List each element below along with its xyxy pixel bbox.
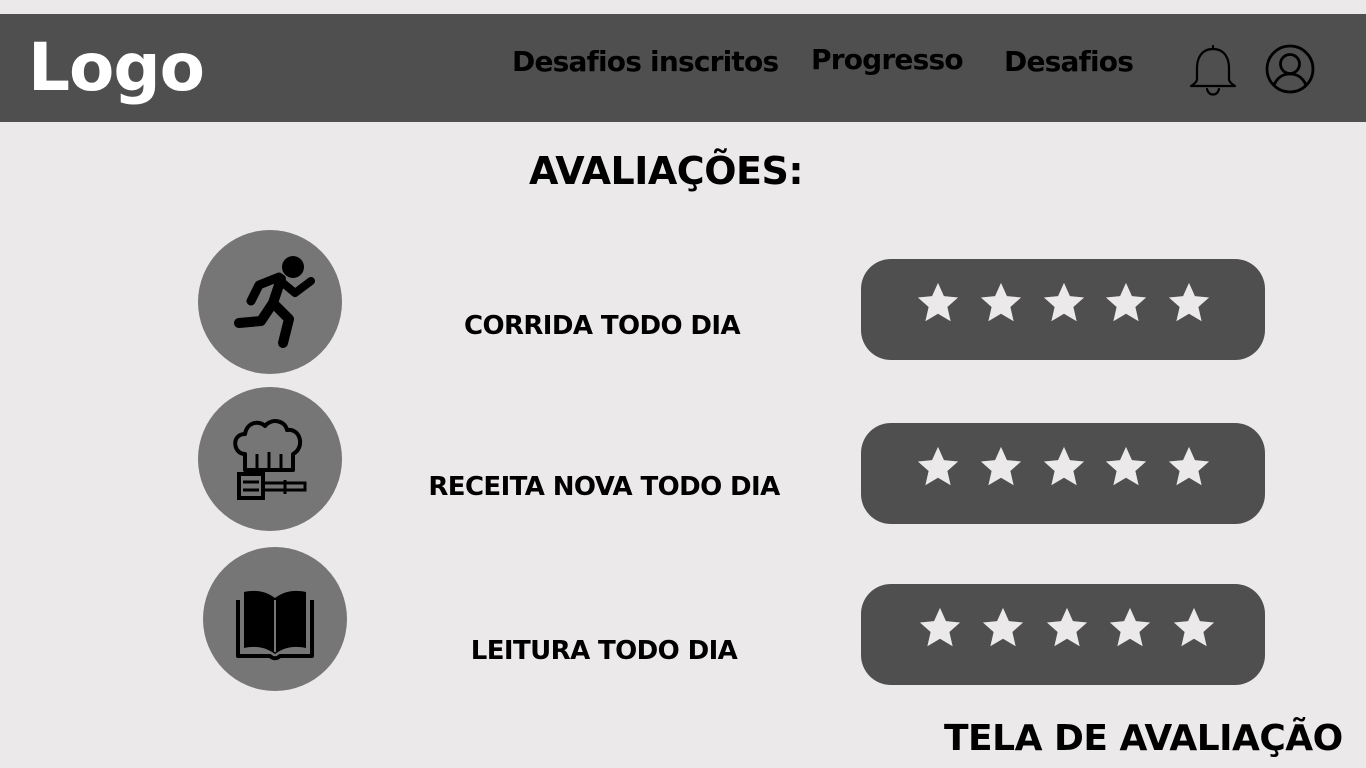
star-5-icon[interactable] — [1166, 444, 1212, 490]
nav-desafios-inscritos[interactable]: Desafios inscritos — [512, 45, 779, 79]
screen-caption: TELA DE AVALIAÇÃO — [944, 718, 1343, 759]
star-3-icon[interactable] — [1044, 605, 1090, 651]
rating-stars[interactable] — [861, 584, 1265, 685]
challenge-label: LEITURA TODO DIA — [470, 636, 738, 666]
rating-stars[interactable] — [861, 259, 1265, 360]
page-title: AVALIAÇÕES: — [528, 149, 804, 193]
open-book-icon — [203, 547, 347, 691]
challenge-label: RECEITA NOVA TODO DIA — [428, 472, 780, 502]
star-1-icon[interactable] — [915, 280, 961, 326]
chef-hat-spatula-icon — [198, 387, 342, 531]
star-1-icon[interactable] — [917, 605, 963, 651]
star-2-icon[interactable] — [978, 444, 1024, 490]
challenge-label: CORRIDA TODO DIA — [463, 311, 741, 341]
top-nav-bar: Logo Desafios inscritos Progresso Desafi… — [0, 14, 1366, 122]
star-5-icon[interactable] — [1166, 280, 1212, 326]
star-1-icon[interactable] — [915, 444, 961, 490]
user-profile-icon[interactable] — [1264, 43, 1316, 95]
logo[interactable]: Logo — [28, 30, 205, 106]
star-2-icon[interactable] — [978, 280, 1024, 326]
star-3-icon[interactable] — [1041, 444, 1087, 490]
running-person-icon — [198, 230, 342, 374]
star-4-icon[interactable] — [1103, 280, 1149, 326]
bell-icon[interactable] — [1187, 42, 1239, 98]
nav-progresso[interactable]: Progresso — [811, 43, 964, 77]
star-4-icon[interactable] — [1103, 444, 1149, 490]
star-4-icon[interactable] — [1107, 605, 1153, 651]
nav-desafios[interactable]: Desafios — [1004, 45, 1134, 79]
star-2-icon[interactable] — [980, 605, 1026, 651]
challenge-row: CORRIDA TODO DIA — [0, 230, 1366, 380]
challenge-row: RECEITA NOVA TODO DIA — [0, 387, 1366, 537]
rating-stars[interactable] — [861, 423, 1265, 524]
challenge-row: LEITURA TODO DIA — [0, 547, 1366, 697]
star-3-icon[interactable] — [1041, 280, 1087, 326]
star-5-icon[interactable] — [1171, 605, 1217, 651]
